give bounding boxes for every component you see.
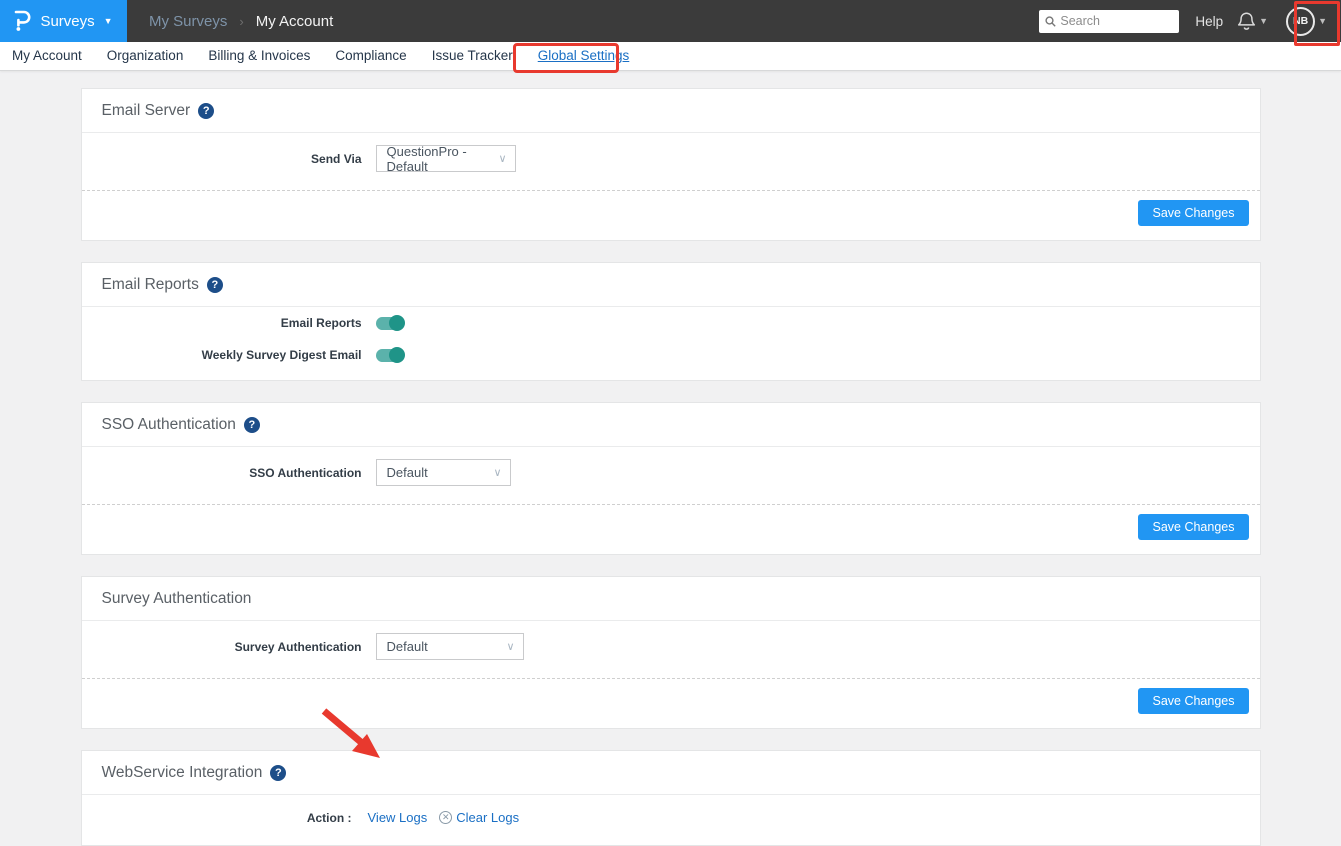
- send-via-label: Send Via: [82, 152, 362, 166]
- tab-billing-invoices[interactable]: Billing & Invoices: [208, 48, 310, 64]
- tab-issue-tracker[interactable]: Issue Tracker: [432, 48, 513, 64]
- search-icon: [1045, 16, 1056, 27]
- card-title-text: Email Server: [102, 102, 191, 120]
- help-link[interactable]: Help: [1195, 14, 1223, 29]
- surveys-menu-label: Surveys: [40, 13, 94, 30]
- sso-authentication-row: SSO Authentication Default ∨: [82, 447, 1260, 498]
- notification-bell-icon: [1237, 11, 1256, 32]
- survey-authentication-value: Default: [387, 639, 428, 654]
- top-navigation-bar: Surveys ▼ My Surveys › My Account Help: [0, 0, 1341, 42]
- save-changes-button[interactable]: Save Changes: [1138, 688, 1248, 714]
- breadcrumb-my-surveys[interactable]: My Surveys: [149, 13, 227, 30]
- save-changes-button[interactable]: Save Changes: [1138, 514, 1248, 540]
- save-changes-button[interactable]: Save Changes: [1138, 200, 1248, 226]
- weekly-digest-toggle-label: Weekly Survey Digest Email: [82, 348, 362, 362]
- sso-authentication-card: SSO Authentication ? SSO Authentication …: [81, 402, 1261, 555]
- email-reports-toggle-label: Email Reports: [82, 316, 362, 330]
- view-logs-link[interactable]: View Logs: [368, 810, 428, 825]
- breadcrumb-current: My Account: [256, 13, 334, 30]
- chevron-down-icon: ∨: [506, 640, 514, 653]
- survey-authentication-select[interactable]: Default ∨: [376, 633, 524, 660]
- tab-compliance[interactable]: Compliance: [335, 48, 406, 64]
- webservice-integration-title: WebService Integration ?: [82, 751, 1260, 795]
- tab-global-settings[interactable]: Global Settings: [538, 48, 630, 64]
- webservice-integration-card: WebService Integration ? Action : View L…: [81, 750, 1261, 846]
- tab-my-account[interactable]: My Account: [12, 48, 82, 64]
- user-avatar[interactable]: NB: [1286, 7, 1315, 36]
- search-box[interactable]: [1039, 10, 1179, 33]
- email-reports-toggle-row: Email Reports: [82, 307, 1260, 339]
- sso-authentication-select[interactable]: Default ∨: [376, 459, 511, 486]
- card-title-text: Survey Authentication: [102, 590, 252, 608]
- webservice-action-row: Action : View Logs ✕ Clear Logs: [82, 795, 1260, 845]
- user-account-menu[interactable]: NB ▼: [1282, 2, 1331, 41]
- weekly-digest-toggle-row: Weekly Survey Digest Email: [82, 339, 1260, 380]
- email-reports-title: Email Reports ?: [82, 263, 1260, 307]
- global-settings-page: Surveys ▼ My Surveys › My Account Help: [0, 0, 1341, 820]
- sso-authentication-label: SSO Authentication: [82, 466, 362, 480]
- questionpro-logo-icon: [14, 10, 31, 32]
- card-title-text: SSO Authentication: [102, 416, 236, 434]
- survey-authentication-label: Survey Authentication: [82, 640, 362, 654]
- account-tabs: My Account Organization Billing & Invoic…: [0, 42, 1341, 71]
- card-title-text: WebService Integration: [102, 764, 263, 782]
- survey-authentication-card: Survey Authentication Survey Authenticat…: [81, 576, 1261, 729]
- email-reports-card: Email Reports ? Email Reports Weekly Sur…: [81, 262, 1261, 381]
- settings-content: Email Server ? Send Via QuestionPro - De…: [0, 71, 1341, 846]
- weekly-digest-toggle[interactable]: [376, 349, 403, 362]
- clear-logs-link[interactable]: ✕ Clear Logs: [439, 810, 519, 825]
- avatar-initials: NB: [1293, 15, 1308, 27]
- send-via-value: QuestionPro - Default: [387, 144, 489, 174]
- help-icon[interactable]: ?: [270, 765, 286, 781]
- card-title-text: Email Reports: [102, 276, 199, 294]
- send-via-select[interactable]: QuestionPro - Default ∨: [376, 145, 516, 172]
- survey-authentication-title: Survey Authentication: [82, 577, 1260, 621]
- send-via-row: Send Via QuestionPro - Default ∨: [82, 133, 1260, 184]
- email-reports-toggle[interactable]: [376, 317, 403, 330]
- toggle-knob: [389, 347, 405, 363]
- sso-authentication-title: SSO Authentication ?: [82, 403, 1260, 447]
- action-label: Action :: [82, 811, 352, 825]
- chevron-down-icon: ▼: [104, 17, 113, 26]
- chevron-down-icon: ∨: [493, 466, 501, 479]
- help-icon[interactable]: ?: [244, 417, 260, 433]
- chevron-down-icon: ▼: [1259, 17, 1268, 26]
- clear-logs-icon: ✕: [439, 811, 452, 824]
- help-icon[interactable]: ?: [198, 103, 214, 119]
- notifications-menu[interactable]: ▼: [1237, 11, 1268, 32]
- search-input[interactable]: [1060, 14, 1173, 28]
- tab-organization[interactable]: Organization: [107, 48, 184, 64]
- survey-authentication-row: Survey Authentication Default ∨: [82, 621, 1260, 672]
- chevron-down-icon: ∨: [498, 152, 506, 165]
- email-server-card: Email Server ? Send Via QuestionPro - De…: [81, 88, 1261, 241]
- breadcrumb: My Surveys › My Account: [149, 13, 333, 30]
- sso-authentication-value: Default: [387, 465, 428, 480]
- surveys-menu-button[interactable]: Surveys ▼: [0, 0, 127, 42]
- toggle-knob: [389, 315, 405, 331]
- chevron-down-icon: ▼: [1318, 17, 1327, 26]
- topnav-right-controls: Help ▼ NB ▼: [1039, 2, 1341, 41]
- help-icon[interactable]: ?: [207, 277, 223, 293]
- breadcrumb-separator-icon: ›: [239, 14, 243, 29]
- email-server-title: Email Server ?: [82, 89, 1260, 133]
